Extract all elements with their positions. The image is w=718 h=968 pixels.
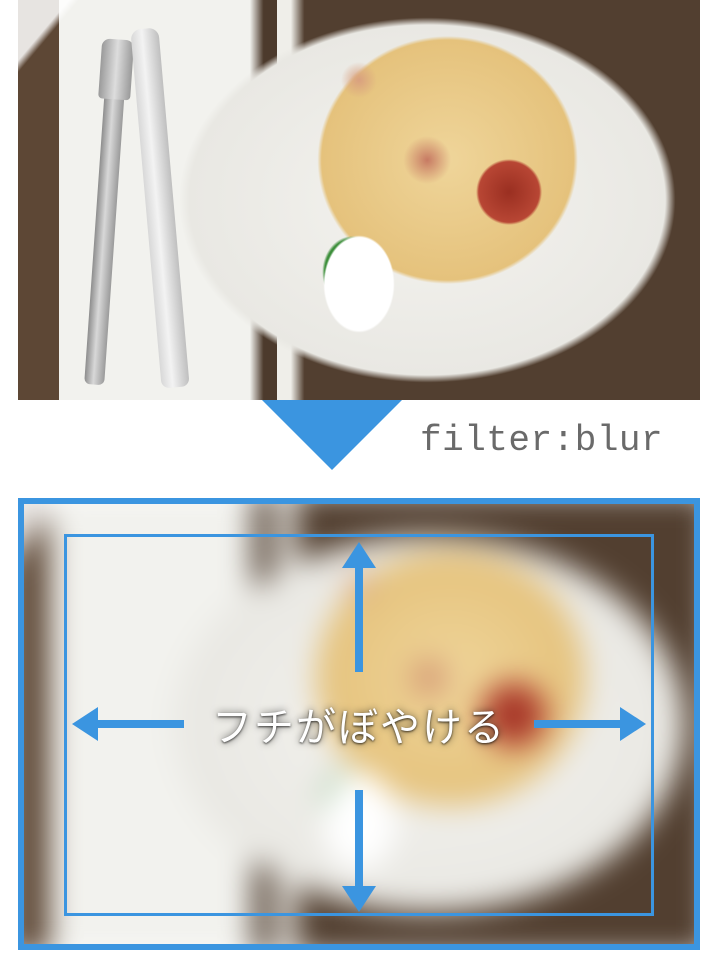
overlay-caption: フチがぼやける (212, 695, 506, 753)
arrow-down-icon (262, 400, 402, 470)
edge-arrow-up-icon (352, 542, 366, 672)
edge-arrow-left-icon (72, 717, 184, 731)
edge-arrow-right-icon (534, 717, 646, 731)
edge-arrow-down-icon (352, 790, 366, 912)
original-photo (18, 0, 700, 400)
filter-code-label: filter:blur (420, 420, 663, 461)
blurred-photo: フチがぼやける (18, 498, 700, 950)
